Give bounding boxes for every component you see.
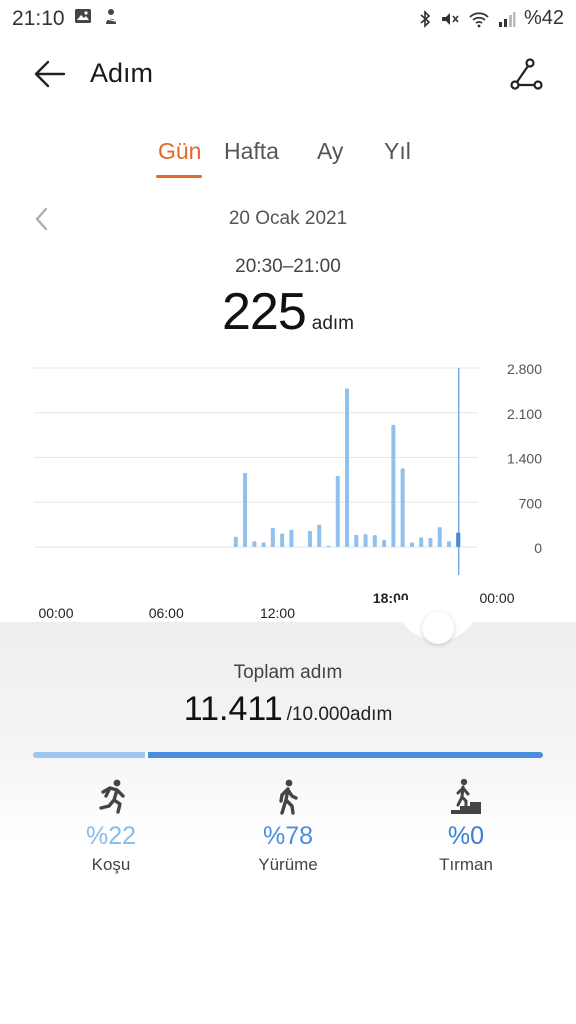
tab-week[interactable]: Hafta — [224, 138, 279, 165]
chart-bar[interactable] — [270, 527, 275, 547]
route-icon — [510, 58, 543, 90]
chart-bar[interactable] — [437, 527, 442, 547]
active-tab-indicator — [156, 175, 202, 178]
running-percent: %22 — [85, 822, 137, 850]
chart-bar[interactable] — [317, 524, 322, 547]
chart-bar[interactable] — [261, 542, 266, 547]
chart-bar[interactable] — [252, 541, 257, 547]
selected-time-range: 20:30–21:00 — [235, 256, 341, 277]
tab-day[interactable]: Gün — [158, 138, 201, 165]
chart-bar[interactable] — [345, 388, 350, 547]
chart-scrubber-handle[interactable] — [422, 612, 454, 644]
running-label: Koşu — [91, 855, 131, 874]
chart-bar[interactable] — [419, 537, 424, 547]
climbing-stairs-icon — [451, 778, 481, 814]
chart-bar[interactable] — [289, 529, 294, 547]
chart-bar[interactable] — [382, 539, 387, 547]
running-icon — [99, 779, 125, 814]
stat-walking: %78 Yürüme — [208, 778, 368, 875]
chart-bar[interactable] — [372, 535, 377, 547]
page-title: Adım — [90, 58, 154, 88]
climbing-percent: %0 — [447, 822, 485, 850]
chart-bar[interactable] — [280, 533, 285, 547]
date-label: 20 Ocak 2021 — [228, 208, 348, 229]
chart-bar[interactable] — [335, 476, 340, 547]
chart-bar[interactable] — [391, 424, 396, 547]
steps-bar-chart[interactable]: 2.8002.1001.400700000:00 06:00 12:0018:00 0… — [0, 350, 576, 630]
stat-climbing: %0 Tırman — [386, 778, 546, 875]
status-time: 21:10 — [12, 7, 65, 30]
y-tick-label: 2.100 — [507, 406, 542, 422]
y-tick-label: 700 — [519, 495, 543, 511]
app-notification-icon — [106, 9, 116, 24]
walking-icon — [279, 779, 298, 815]
chart-bar[interactable] — [409, 542, 414, 547]
step-goal: /10.000adım — [286, 704, 393, 725]
chart-bar[interactable] — [447, 541, 452, 547]
battery-level: %42 — [523, 7, 564, 29]
climbing-label: Tırman — [439, 855, 493, 874]
status-bar: 21:10 %42 — [0, 0, 576, 36]
signal-icon — [498, 11, 516, 27]
chart-bar[interactable] — [400, 468, 405, 547]
chart-bar[interactable] — [363, 534, 368, 547]
walking-label: Yürüme — [258, 855, 318, 874]
y-tick-label: 2.800 — [507, 361, 542, 377]
image-icon — [75, 9, 91, 23]
selected-steps-unit: adım — [311, 313, 354, 334]
chart-bar[interactable] — [307, 531, 312, 547]
selected-steps-value: 225 — [221, 283, 307, 341]
tab-month[interactable]: Ay — [317, 138, 343, 165]
y-tick-label: 1.400 — [507, 451, 542, 467]
walking-percent: %78 — [262, 822, 314, 850]
activity-breakdown-bar — [33, 752, 543, 758]
wifi-icon — [469, 11, 489, 27]
total-steps: 11.411/10.000adım — [0, 690, 576, 729]
chart-bar[interactable] — [428, 538, 433, 547]
x-tick-label: 00:00 — [38, 605, 73, 621]
x-tick-label: 06:00 — [149, 605, 184, 621]
stat-running: %22 Koşu — [31, 778, 191, 875]
share-button[interactable] — [508, 56, 544, 92]
arrow-left-icon — [34, 60, 66, 88]
chart-bar[interactable] — [326, 545, 331, 547]
running-share — [33, 752, 146, 758]
chart-bar[interactable] — [243, 472, 248, 547]
period-tabs: Gün Hafta Ay Yıl — [0, 138, 576, 182]
chart-bar[interactable] — [354, 534, 359, 547]
total-steps-label: Toplam adım — [233, 662, 343, 683]
x-tick-label: 12:00 — [260, 605, 295, 621]
bluetooth-icon — [420, 9, 431, 28]
y-tick-label: 0 — [534, 540, 542, 556]
chart-bar[interactable] — [233, 536, 238, 547]
selected-steps: 225 adım — [0, 282, 576, 342]
tab-year[interactable]: Yıl — [384, 138, 411, 165]
x-tick-label: 00:00 — [479, 590, 514, 606]
back-button[interactable] — [32, 56, 68, 92]
total-steps-value: 11.411 — [183, 690, 283, 728]
walking-share — [148, 752, 543, 758]
mute-icon — [441, 12, 459, 25]
